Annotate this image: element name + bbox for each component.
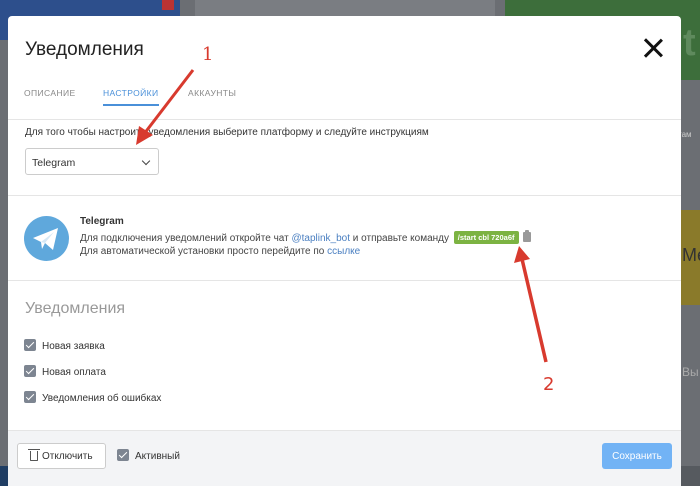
- active-toggle[interactable]: Активный: [117, 449, 180, 462]
- checkbox-error-notifications[interactable]: Уведомления об ошибках: [24, 391, 161, 404]
- background-text: там: [678, 130, 692, 139]
- telegram-title: Telegram: [80, 216, 124, 227]
- auto-setup-link[interactable]: ссылке: [327, 246, 360, 257]
- checkbox-new-request[interactable]: Новая заявка: [24, 339, 105, 352]
- save-button[interactable]: Сохранить: [602, 443, 672, 469]
- modal-title: Уведомления: [25, 39, 144, 60]
- clipboard-icon[interactable]: [522, 230, 531, 242]
- chevron-down-icon: [141, 156, 151, 166]
- tab-accounts[interactable]: АККАУНТЫ: [188, 88, 236, 104]
- close-icon[interactable]: [643, 38, 663, 58]
- telegram-connect-line: Для подключения уведомлений откройте чат…: [80, 230, 531, 244]
- auto-text: Для автоматической установки просто пере…: [80, 246, 328, 257]
- checkbox-label: Новая оплата: [42, 367, 106, 378]
- platform-select[interactable]: Telegram: [25, 148, 159, 175]
- checkbox-checked-icon[interactable]: [117, 449, 129, 461]
- command-badge[interactable]: /start cbl 720a6f: [453, 231, 519, 244]
- notifications-section-title: Уведомления: [25, 300, 126, 317]
- divider: [8, 195, 681, 196]
- telegram-icon: [24, 216, 69, 261]
- checkbox-checked-icon[interactable]: [24, 365, 36, 377]
- notifications-modal: Уведомления ОПИСАНИЕ НАСТРОЙКИ АККАУНТЫ …: [8, 16, 681, 486]
- platform-select-value: Telegram: [32, 157, 76, 169]
- checkbox-new-payment[interactable]: Новая оплата: [24, 365, 106, 378]
- background-text: Вы: [682, 365, 699, 379]
- tab-settings[interactable]: НАСТРОЙКИ: [103, 88, 159, 106]
- modal-tabs: ОПИСАНИЕ НАСТРОЙКИ АККАУНТЫ: [8, 80, 681, 120]
- checkbox-checked-icon[interactable]: [24, 391, 36, 403]
- checkbox-label: Уведомления об ошибках: [42, 393, 162, 404]
- connect-text-middle: и отправьте команду: [350, 233, 450, 244]
- connect-text: Для подключения уведомлений откройте чат: [80, 233, 292, 244]
- tab-description[interactable]: ОПИСАНИЕ: [24, 88, 76, 104]
- divider: [8, 280, 681, 281]
- modal-footer: Отключить Активный Сохранить: [8, 430, 681, 486]
- background-tile: Me: [680, 210, 700, 305]
- disable-button-label: Отключить: [42, 451, 93, 462]
- telegram-auto-line: Для автоматической установки просто пере…: [80, 246, 360, 257]
- active-label: Активный: [135, 451, 180, 462]
- checkbox-label: Новая заявка: [42, 341, 105, 352]
- checkbox-checked-icon[interactable]: [24, 339, 36, 351]
- disable-button[interactable]: Отключить: [17, 443, 106, 469]
- trash-icon: [28, 449, 40, 461]
- bot-link[interactable]: @taplink_bot: [291, 233, 350, 244]
- instructions-text: Для того чтобы настроить уведомления выб…: [25, 127, 429, 138]
